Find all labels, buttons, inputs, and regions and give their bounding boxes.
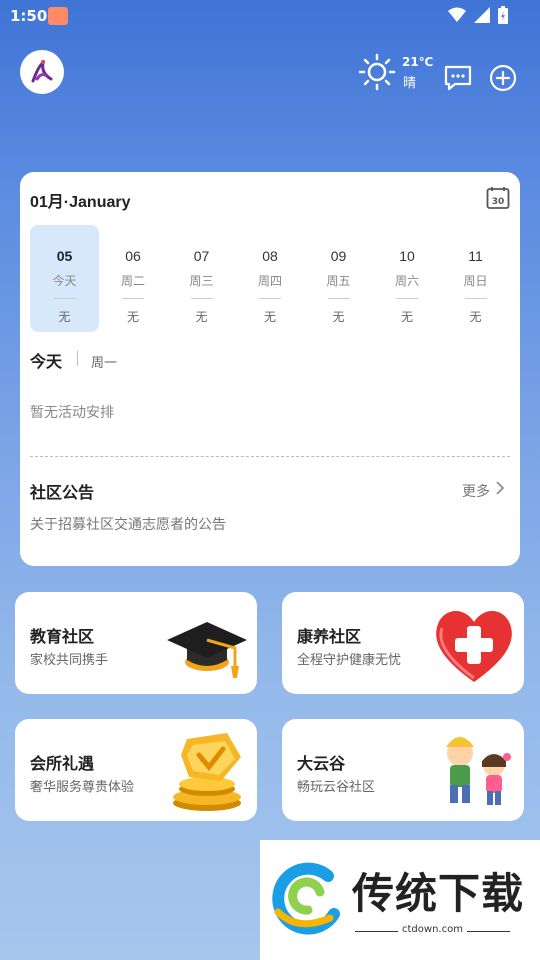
day-number: 05 (56, 248, 73, 264)
status-icons (448, 6, 508, 24)
status-time: 1:50 (10, 7, 48, 25)
day-event: 无 (195, 310, 208, 324)
tile-subtitle: 全程守护健康无忧 (297, 653, 402, 668)
no-activity-text: 暂无活动安排 (30, 405, 114, 421)
watermark-text: 传统下载 (352, 869, 525, 918)
day-divider (122, 298, 144, 299)
day-weekday: 周三 (189, 274, 214, 288)
tile-subtitle: 畅玩云谷社区 (297, 780, 376, 795)
gold-badge-icon (173, 733, 241, 811)
day-event: 无 (58, 310, 71, 324)
notice-heading: 社区公告 (30, 483, 95, 502)
watermark-url: ctdown.com (398, 924, 467, 935)
day-number: 08 (262, 248, 278, 264)
day-weekday: 周四 (257, 274, 282, 288)
day-cell[interactable]: 08 周四 无 (236, 225, 305, 332)
day-event: 无 (400, 310, 413, 324)
tile-title: 教育社区 (30, 627, 95, 646)
logo-icon (31, 60, 53, 83)
day-divider (464, 298, 487, 299)
battery-icon (498, 6, 508, 24)
heart-cross-icon (436, 610, 512, 682)
calendar-icon[interactable]: 30 (486, 186, 510, 210)
day-cell[interactable]: 06 周二 无 (99, 225, 168, 332)
day-number: 07 (193, 248, 210, 264)
tile-subtitle: 奢华服务尊贵体验 (30, 780, 135, 795)
day-divider (190, 298, 213, 299)
header: 21℃ 晴 (0, 48, 540, 98)
app-logo[interactable] (20, 50, 64, 94)
today-heading: 今天 (30, 352, 63, 371)
day-event: 无 (126, 310, 139, 324)
today-weekday: 周一 (91, 356, 118, 371)
weather-description: 晴 (403, 76, 417, 91)
message-icon[interactable] (443, 64, 473, 92)
notification-app-icon (48, 7, 68, 25)
tile-title: 会所礼遇 (30, 754, 95, 773)
day-number: 10 (399, 248, 415, 264)
day-weekday: 周五 (326, 274, 351, 288)
add-icon[interactable] (488, 63, 518, 93)
status-bar: 1:50 (0, 0, 540, 32)
tile-title: 大云谷 (297, 754, 346, 773)
tile-health[interactable]: 康养社区 全程守护健康无忧 (282, 592, 524, 694)
day-event: 无 (263, 310, 276, 324)
dashed-divider (30, 456, 510, 457)
day-divider (396, 298, 418, 299)
day-divider (53, 298, 76, 299)
tile-subtitle: 家校共同携手 (30, 653, 109, 668)
calendar-icon-number: 30 (492, 197, 505, 207)
sun-icon (358, 53, 396, 91)
tile-cloud-valley[interactable]: 大云谷 畅玩云谷社区 (282, 719, 524, 821)
graduation-cap-icon (167, 622, 247, 678)
watermark: 传统下载 ctdown.com (260, 840, 540, 960)
day-event: 无 (332, 310, 345, 324)
day-number: 06 (125, 248, 141, 264)
chevron-right-icon[interactable] (494, 480, 506, 496)
signal-icon (474, 7, 490, 23)
calendar-card: 01月·January 30 05 今天 无 06 周二 无 07 周三 无 0… (20, 172, 520, 566)
kids-icon (446, 737, 511, 805)
day-weekday: 周日 (463, 274, 488, 288)
day-cell[interactable]: 07 周三 无 (167, 225, 236, 332)
notice-item[interactable]: 关于招募社区交通志愿者的公告 (30, 514, 226, 534)
day-number: 09 (330, 248, 347, 264)
day-cell[interactable]: 10 周六 无 (373, 225, 442, 332)
day-cell[interactable]: 11 周日 无 (441, 225, 510, 332)
day-weekday: 周二 (120, 274, 145, 288)
calendar-month-title: 01月·January (30, 194, 131, 211)
tile-education[interactable]: 教育社区 家校共同携手 (15, 592, 257, 694)
weather-temperature: 21℃ (402, 55, 434, 69)
day-number: 11 (468, 248, 483, 264)
day-weekday: 周六 (394, 274, 419, 288)
day-event: 无 (469, 310, 482, 324)
day-cell[interactable]: 09 周五 无 (304, 225, 373, 332)
week-day-selector: 05 今天 无 06 周二 无 07 周三 无 08 周四 无 09 周五 无 (30, 225, 510, 333)
day-divider (259, 298, 281, 299)
wifi-icon (448, 7, 466, 22)
watermark-logo-icon (272, 862, 340, 935)
today-divider (77, 351, 78, 366)
notice-more-link[interactable]: 更多 (462, 481, 490, 501)
tile-club[interactable]: 会所礼遇 奢华服务尊贵体验 (15, 719, 257, 821)
day-divider (327, 298, 350, 299)
day-weekday: 今天 (52, 274, 77, 288)
day-cell[interactable]: 05 今天 无 (30, 225, 99, 332)
tile-title: 康养社区 (297, 627, 362, 646)
